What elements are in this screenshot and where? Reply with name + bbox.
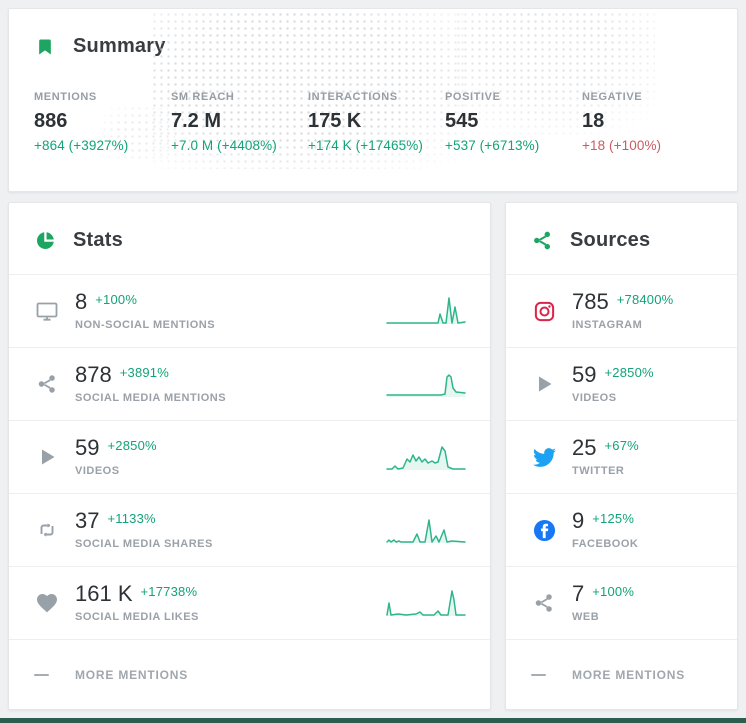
dash-icon — [531, 673, 546, 676]
sparkline-chart — [386, 446, 466, 470]
stat-row-social-media-likes[interactable]: 161 K +17738% SOCIAL MEDIA LIKES — [9, 566, 490, 639]
stat-change: +1133% — [107, 511, 156, 526]
metric-change: +18 (+100%) — [582, 138, 662, 153]
stat-value: 8 — [75, 289, 88, 314]
stat-value: 59 — [75, 435, 100, 460]
share-nodes-icon — [531, 230, 553, 252]
sources-card: Sources 785 +78400% INSTAGRAM 59 +2850% … — [505, 202, 738, 710]
source-label: WEB — [572, 611, 600, 623]
metric-label: POSITIVE — [445, 91, 501, 103]
sparkline-chart — [386, 297, 466, 324]
play-icon — [34, 445, 60, 469]
pie-chart-icon — [34, 230, 56, 252]
stat-row-videos[interactable]: 59 +2850% VIDEOS — [9, 420, 490, 493]
metric-change: +7.0 M (+4408%) — [171, 138, 277, 153]
twitter-icon — [531, 446, 557, 469]
source-label: TWITTER — [572, 465, 625, 477]
instagram-icon — [531, 300, 557, 323]
metric-change: +174 K (+17465%) — [308, 138, 423, 153]
stat-row-non-social-mentions[interactable]: 8 +100% NON-SOCIAL MENTIONS — [9, 274, 490, 347]
metric-sm-reach: SM REACH 7.2 M +7.0 M (+4408%) — [171, 91, 308, 153]
stat-label: SOCIAL MEDIA SHARES — [75, 538, 213, 550]
sources-rows: 785 +78400% INSTAGRAM 59 +2850% VIDEOS 2… — [506, 274, 737, 709]
summary-header: Summary — [9, 9, 737, 58]
summary-title: Summary — [73, 35, 166, 57]
source-change: +100% — [592, 584, 635, 599]
monitor-icon — [34, 299, 60, 323]
more-mentions-button[interactable]: MORE MENTIONS — [506, 639, 737, 709]
metric-label: SM REACH — [171, 91, 235, 103]
stats-rows: 8 +100% NON-SOCIAL MENTIONS 878 +3891% S… — [9, 274, 490, 709]
metric-value: 7.2 M — [171, 110, 222, 132]
stat-change: +2850% — [107, 438, 157, 453]
stat-label: SOCIAL MEDIA LIKES — [75, 611, 199, 623]
source-label: FACEBOOK — [572, 538, 639, 550]
summary-metrics: MENTIONS 886 +864 (+3927%) SM REACH 7.2 … — [34, 91, 719, 153]
stat-value: 161 K — [75, 581, 133, 606]
source-value: 25 — [572, 435, 597, 460]
play-icon — [531, 372, 557, 396]
source-change: +67% — [604, 438, 639, 453]
bookmark-icon — [34, 36, 56, 58]
source-value: 7 — [572, 581, 585, 606]
metric-interactions: INTERACTIONS 175 K +174 K (+17465%) — [308, 91, 445, 153]
facebook-icon — [531, 519, 557, 542]
retweet-icon — [34, 518, 60, 542]
metric-value: 18 — [582, 110, 605, 132]
source-label: VIDEOS — [572, 392, 617, 404]
metric-value: 175 K — [308, 110, 362, 132]
metric-label: INTERACTIONS — [308, 91, 398, 103]
source-row-web[interactable]: 7 +100% WEB — [506, 566, 737, 639]
metric-change: +537 (+6713%) — [445, 138, 540, 153]
source-value: 785 — [572, 289, 609, 314]
stat-value: 37 — [75, 508, 100, 533]
stat-row-social-media-mentions[interactable]: 878 +3891% SOCIAL MEDIA MENTIONS — [9, 347, 490, 420]
sparkline-chart — [386, 374, 466, 397]
metric-label: MENTIONS — [34, 91, 97, 103]
source-value: 59 — [572, 362, 597, 387]
stat-change: +17738% — [140, 584, 198, 599]
sources-header: Sources — [506, 203, 737, 252]
bottom-accent-bar — [0, 718, 746, 723]
stat-value: 878 — [75, 362, 112, 387]
stats-title: Stats — [73, 229, 123, 251]
metric-change: +864 (+3927%) — [34, 138, 129, 153]
stats-card: Stats 8 +100% NON-SOCIAL MENTIONS 878 +3… — [8, 202, 491, 710]
more-mentions-label: MORE MENTIONS — [75, 667, 189, 682]
source-label: INSTAGRAM — [572, 319, 643, 331]
stat-change: +100% — [95, 292, 138, 307]
more-mentions-label: MORE MENTIONS — [572, 667, 686, 682]
source-change: +78400% — [616, 292, 674, 307]
source-change: +125% — [592, 511, 635, 526]
source-row-instagram[interactable]: 785 +78400% INSTAGRAM — [506, 274, 737, 347]
dashboard-page: Summary MENTIONS 886 +864 (+3927%) SM RE… — [0, 0, 746, 723]
stat-label: VIDEOS — [75, 465, 120, 477]
metric-value: 545 — [445, 110, 479, 132]
stats-header: Stats — [9, 203, 490, 252]
stat-label: SOCIAL MEDIA MENTIONS — [75, 392, 227, 404]
heart-icon — [34, 591, 60, 615]
metric-value: 886 — [34, 110, 68, 132]
metric-label: NEGATIVE — [582, 91, 643, 103]
stat-change: +3891% — [119, 365, 169, 380]
source-row-twitter[interactable]: 25 +67% TWITTER — [506, 420, 737, 493]
share-icon — [34, 373, 60, 395]
share-icon — [531, 592, 557, 614]
source-row-facebook[interactable]: 9 +125% FACEBOOK — [506, 493, 737, 566]
source-value: 9 — [572, 508, 585, 533]
more-mentions-button[interactable]: MORE MENTIONS — [9, 639, 490, 709]
sparkline-chart — [386, 519, 466, 543]
sources-title: Sources — [570, 229, 651, 251]
metric-mentions: MENTIONS 886 +864 (+3927%) — [34, 91, 171, 153]
source-change: +2850% — [604, 365, 654, 380]
metric-negative: NEGATIVE 18 +18 (+100%) — [582, 91, 719, 153]
source-row-videos[interactable]: 59 +2850% VIDEOS — [506, 347, 737, 420]
sparkline-chart — [386, 590, 466, 616]
metric-positive: POSITIVE 545 +537 (+6713%) — [445, 91, 582, 153]
summary-card: Summary MENTIONS 886 +864 (+3927%) SM RE… — [8, 8, 738, 192]
stat-label: NON-SOCIAL MENTIONS — [75, 319, 216, 331]
dash-icon — [34, 673, 49, 676]
stat-row-social-media-shares[interactable]: 37 +1133% SOCIAL MEDIA SHARES — [9, 493, 490, 566]
